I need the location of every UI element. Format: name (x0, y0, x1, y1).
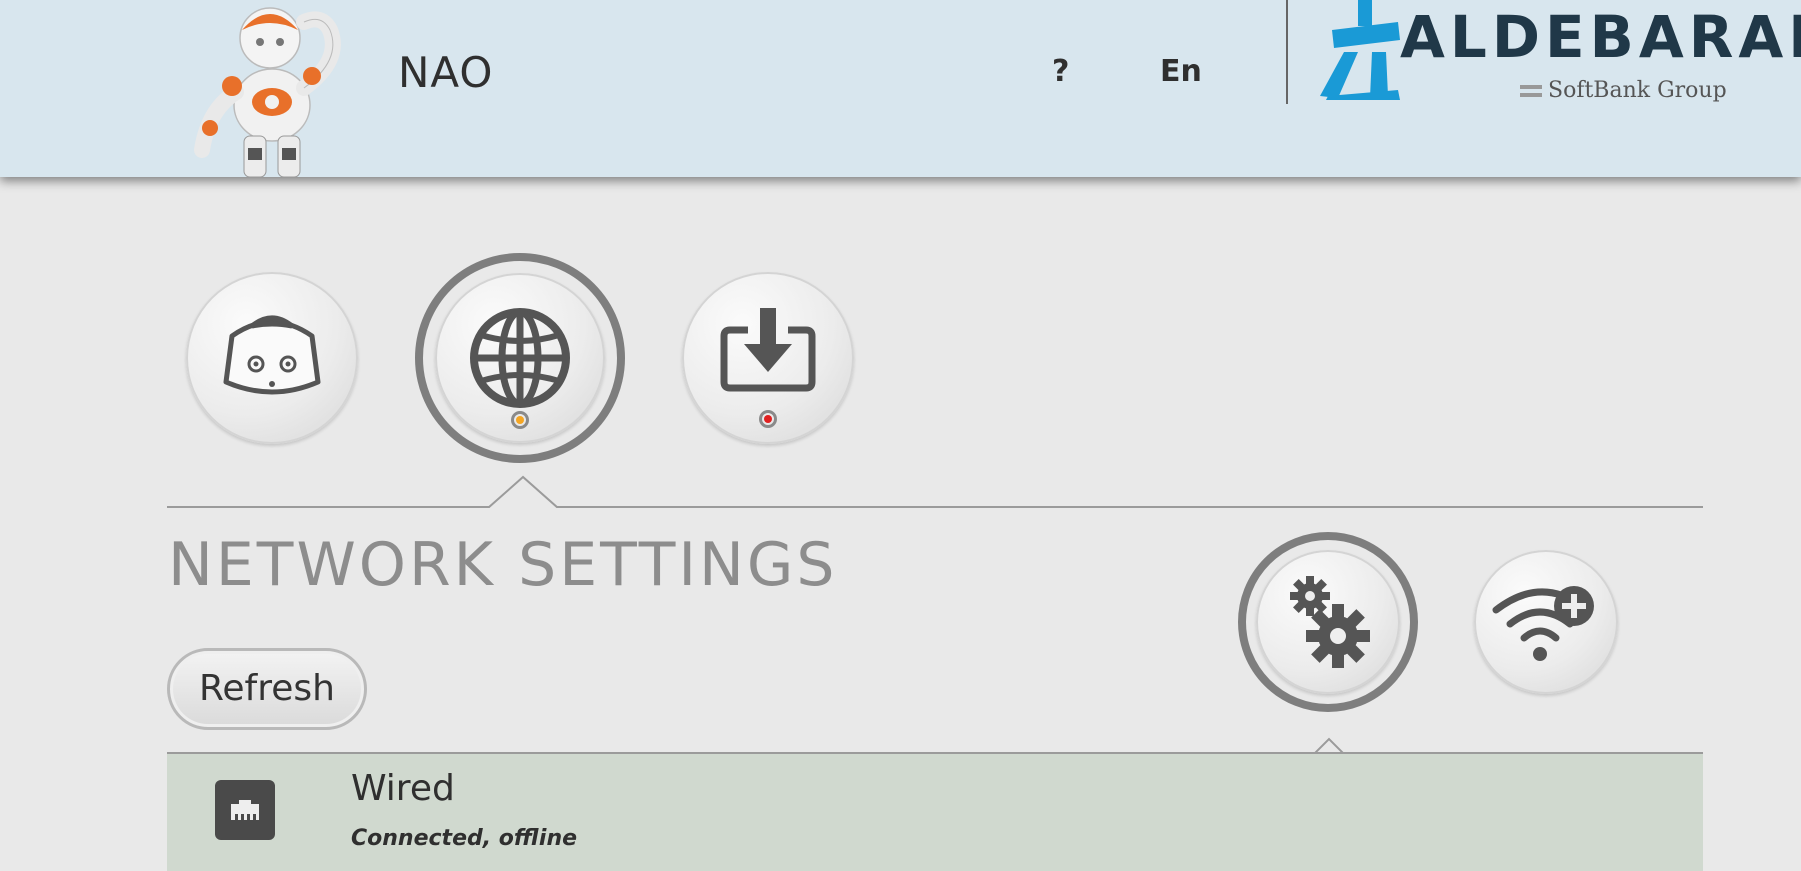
refresh-button[interactable]: Refresh (167, 648, 367, 730)
add-wifi-button[interactable] (1474, 550, 1618, 694)
help-link[interactable]: ? (1052, 54, 1069, 89)
language-selector[interactable]: En (1160, 54, 1202, 89)
gears-icon (1290, 576, 1370, 668)
nao-robot-image (194, 7, 341, 177)
brand-subtitle: SoftBank Group (1520, 78, 1727, 103)
network-status-indicator (511, 411, 529, 429)
nav-update-button[interactable] (682, 272, 854, 444)
wifi-add-icon (1492, 586, 1594, 661)
robot-name-label: NAO (398, 48, 494, 97)
page-title: NETWORK SETTINGS (168, 530, 838, 600)
connection-name: Wired (351, 768, 455, 809)
ethernet-icon (215, 780, 275, 840)
robot-face-icon (223, 315, 321, 395)
list-item[interactable]: Wired Connected, offline (167, 754, 1703, 871)
section-notch (488, 475, 558, 508)
network-settings-button[interactable] (1256, 550, 1400, 694)
nav-robot-button[interactable] (186, 272, 358, 444)
connection-status: Connected, offline (351, 826, 578, 851)
nav-network-button[interactable] (435, 273, 605, 443)
aldebaran-logo-icon (1320, 0, 1400, 100)
section-divider (167, 506, 1703, 508)
header-divider (1286, 0, 1288, 104)
brand-name: ALDEBARAN (1400, 3, 1801, 71)
update-status-indicator (759, 410, 777, 428)
header-bar: NAO ? En ALDEBARAN SoftBank Group (0, 0, 1801, 177)
